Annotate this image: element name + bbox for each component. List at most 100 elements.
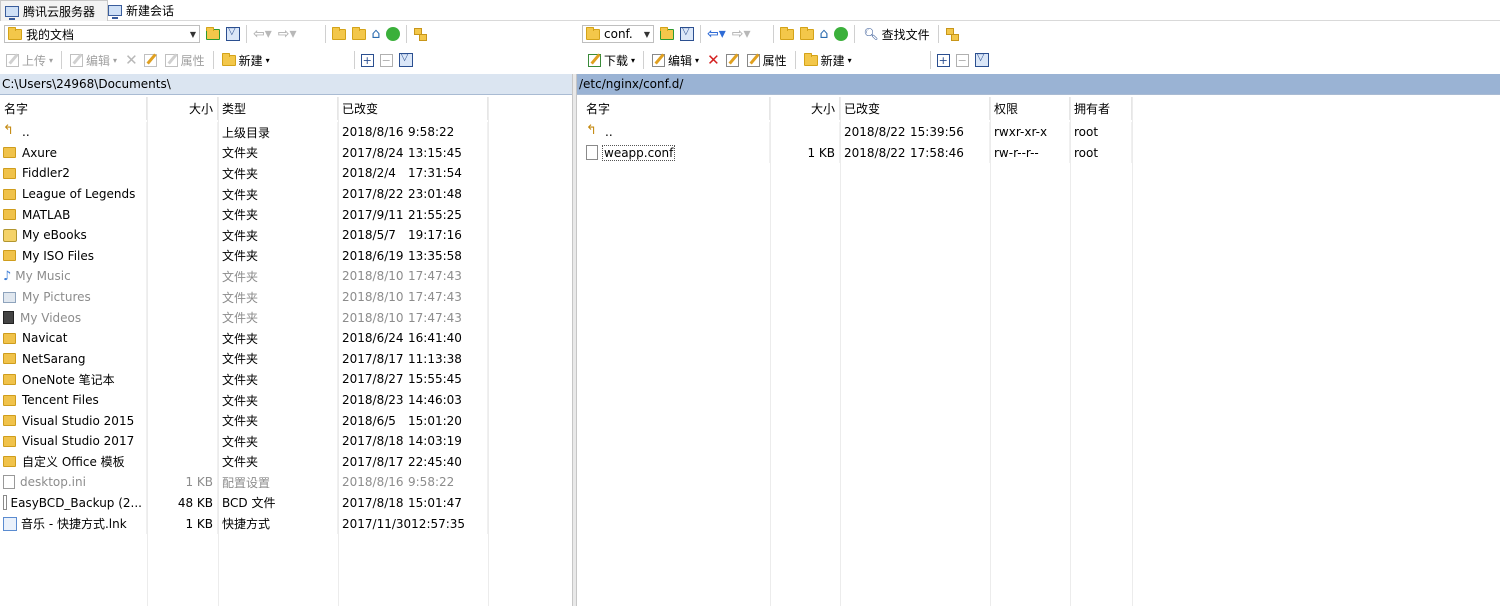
- find-files-button[interactable]: 🔍︎ 查找文件: [861, 24, 931, 44]
- file-name: 自定义 Office 模板: [22, 455, 125, 470]
- download-button[interactable]: 下载 ▾: [586, 50, 637, 70]
- delete-icon[interactable]: ✕: [125, 51, 138, 69]
- left-new-button[interactable]: 新建 ▾: [220, 50, 272, 70]
- left-properties-button[interactable]: 属性: [163, 50, 207, 70]
- column-header-name[interactable]: 名字: [582, 97, 770, 120]
- home-icon[interactable]: ⌂: [820, 26, 829, 42]
- modified-time: 21:55:25: [408, 207, 462, 222]
- right-location-combo[interactable]: conf. ▼: [582, 25, 654, 43]
- table-row[interactable]: weapp.conf 1 KB 2018/8/22 17:58:46 rw-r--r--…: [582, 142, 1500, 164]
- table-row[interactable]: Visual Studio 2017 文件夹 2017/8/18 14:03:19: [0, 430, 572, 452]
- column-header-modified[interactable]: 已改变: [840, 97, 990, 120]
- toolbar-separator: [353, 51, 355, 69]
- table-row[interactable]: desktop.ini 1 KB 配置设置 2018/8/16 9:58:22: [0, 472, 572, 493]
- modified-time: 11:13:38: [408, 351, 462, 366]
- cell-modified: 2018/6/24 16:41:40: [338, 327, 488, 349]
- cell-type: 文件夹: [218, 410, 338, 431]
- cell-size: 1 KB: [770, 142, 840, 164]
- right-path-text: /etc/nginx/conf.d/: [579, 77, 684, 91]
- tree-view-icon[interactable]: [413, 27, 428, 41]
- home-icon[interactable]: ⌂: [372, 26, 381, 42]
- column-header-size[interactable]: 大小: [770, 97, 840, 120]
- table-row[interactable]: .. 2018/8/22 15:39:56 rwxr-xr-xroot: [582, 122, 1500, 143]
- upload-button[interactable]: 上传 ▾: [4, 50, 55, 70]
- table-row[interactable]: My ISO Files 文件夹 2018/6/19 13:35:58: [0, 245, 572, 267]
- table-row[interactable]: Axure 文件夹 2017/8/24 13:15:45: [0, 142, 572, 164]
- root-directory-icon[interactable]: [351, 26, 366, 40]
- expand-icon[interactable]: +: [936, 53, 950, 67]
- cell-type: 文件夹: [218, 204, 338, 225]
- collapse-icon[interactable]: −: [379, 53, 393, 67]
- cell-modified: 2018/8/16 9:58:22: [338, 122, 488, 143]
- forward-arrow-icon[interactable]: ⇨▾: [732, 26, 751, 42]
- modified-date: 2018/8/22: [844, 145, 906, 160]
- table-row[interactable]: Tencent Files 文件夹 2018/8/23 14:46:03: [0, 389, 572, 411]
- pane-splitter[interactable]: [572, 74, 577, 606]
- collapse-icon[interactable]: −: [955, 53, 969, 67]
- left-location-label: 我的文档: [26, 27, 75, 42]
- table-row[interactable]: My Videos 文件夹 2018/8/10 17:47:43: [0, 307, 572, 328]
- modified-date: 2017/8/18: [342, 434, 404, 449]
- parent-directory-icon[interactable]: [779, 26, 794, 40]
- filter-icon[interactable]: [974, 52, 989, 67]
- parent-directory-icon[interactable]: [331, 26, 346, 40]
- filter-icon[interactable]: [398, 52, 413, 67]
- table-row[interactable]: EasyBCD_Backup (2... 48 KB BCD 文件 2017/8/18…: [0, 492, 572, 514]
- refresh-icon[interactable]: [834, 27, 849, 41]
- column-divider: [840, 97, 841, 606]
- cell-type: 文件夹: [218, 430, 338, 452]
- column-header-type[interactable]: 类型: [218, 97, 338, 120]
- back-arrow-icon[interactable]: ⇦▾: [707, 26, 726, 42]
- table-row[interactable]: Fiddler2 文件夹 2018/2/4 17:31:54: [0, 163, 572, 184]
- table-row[interactable]: .. 上级目录 2018/8/16 9:58:22: [0, 122, 572, 143]
- parent-dir-icon: [3, 123, 16, 138]
- column-header-owner[interactable]: 拥有者: [1070, 97, 1132, 120]
- table-row[interactable]: 音乐 - 快捷方式.lnk 1 KB 快捷方式 2017/11/30 12:57:35: [0, 513, 572, 534]
- table-row[interactable]: My eBooks 文件夹 2018/5/7 19:17:16: [0, 224, 572, 246]
- right-file-list: ..2018/8/2215:39:56rwxr-xr-xrootweapp.co…: [582, 122, 1500, 164]
- table-row[interactable]: ♪ My Music 文件夹 2018/8/10 17:47:43: [0, 266, 572, 287]
- tab-tencent-cloud-server[interactable]: 腾讯云服务器: [0, 0, 108, 21]
- right-edit-button[interactable]: 编辑 ▾: [650, 50, 701, 70]
- folder-icon: [3, 147, 16, 159]
- file-name: My Videos: [20, 310, 82, 325]
- table-row[interactable]: Navicat 文件夹 2018/6/24 16:41:40: [0, 327, 572, 349]
- right-new-button[interactable]: 新建 ▾: [802, 50, 854, 70]
- left-edit-button[interactable]: 编辑 ▾: [68, 50, 119, 70]
- expand-icon[interactable]: +: [360, 53, 374, 67]
- rename-icon[interactable]: [143, 53, 157, 67]
- root-directory-icon[interactable]: [799, 26, 814, 40]
- back-arrow-icon[interactable]: ⇦▾: [253, 26, 272, 42]
- cell-permissions: rwxr-xr-x: [990, 122, 1070, 143]
- table-row[interactable]: Visual Studio 2015 文件夹 2018/6/5 15:01:20: [0, 410, 572, 431]
- filter-icon[interactable]: [226, 26, 240, 41]
- chevron-down-icon: ▾: [631, 55, 636, 65]
- left-nav-toolbar: 我的文档 ▼ ⇦▾ ⇨▾ ⌂: [4, 21, 572, 47]
- table-row[interactable]: 自定义 Office 模板 文件夹 2017/8/17 22:45:40: [0, 451, 572, 473]
- left-path-bar[interactable]: C:\Users\24968\Documents\: [0, 74, 572, 95]
- tree-view-icon[interactable]: [945, 27, 959, 41]
- column-header-permissions[interactable]: 权限: [990, 97, 1070, 120]
- column-header-name[interactable]: 名字: [0, 97, 147, 120]
- table-row[interactable]: My Pictures 文件夹 2018/8/10 17:47:43: [0, 286, 572, 308]
- rename-icon[interactable]: [725, 53, 739, 67]
- right-properties-button[interactable]: 属性: [745, 50, 789, 70]
- table-row[interactable]: League of Legends 文件夹 2017/8/22 23:01:48: [0, 183, 572, 205]
- refresh-icon[interactable]: [386, 27, 401, 41]
- right-path-bar[interactable]: /etc/nginx/conf.d/: [577, 74, 1500, 95]
- table-row[interactable]: OneNote 笔记本 文件夹 2017/8/27 15:55:45: [0, 369, 572, 390]
- column-header-size[interactable]: 大小: [147, 97, 218, 120]
- cell-modified: 2018/8/22 17:58:46: [840, 142, 990, 164]
- tab-new-session[interactable]: 新建会话: [104, 0, 192, 20]
- open-folder-icon[interactable]: [660, 26, 674, 40]
- left-location-combo[interactable]: 我的文档 ▼: [4, 25, 200, 43]
- column-header-modified[interactable]: 已改变: [338, 97, 488, 120]
- open-folder-icon[interactable]: [206, 26, 220, 40]
- modified-time: 15:01:47: [408, 495, 462, 510]
- right-list-header: 名字 大小 已改变 权限 拥有者: [582, 97, 1500, 120]
- forward-arrow-icon[interactable]: ⇨▾: [278, 26, 297, 42]
- delete-icon[interactable]: ✕: [707, 51, 720, 69]
- filter-icon[interactable]: [680, 26, 694, 41]
- table-row[interactable]: MATLAB 文件夹 2017/9/11 21:55:25: [0, 204, 572, 225]
- table-row[interactable]: NetSarang 文件夹 2017/8/17 11:13:38: [0, 348, 572, 370]
